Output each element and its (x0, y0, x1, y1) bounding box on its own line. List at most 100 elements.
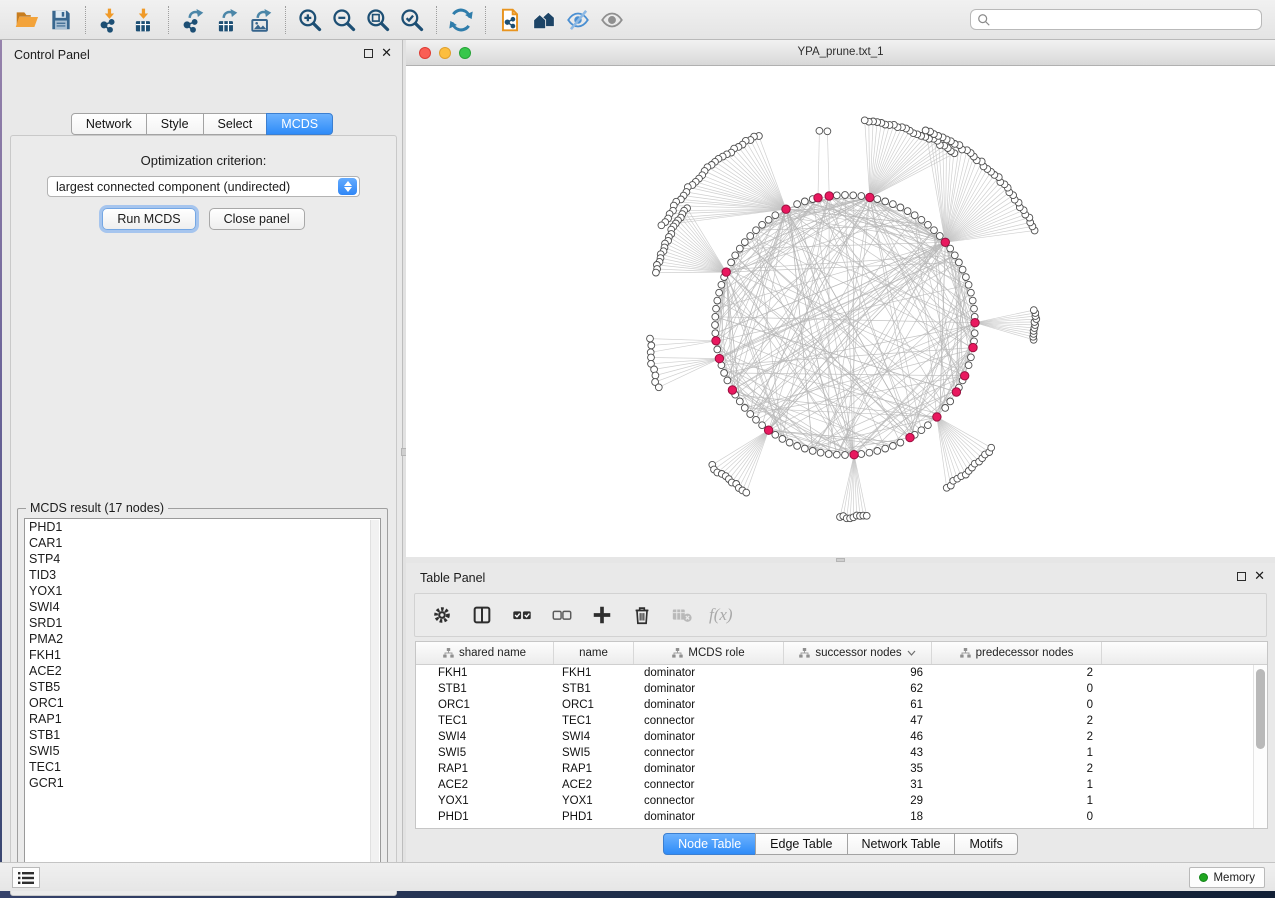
table-row[interactable]: ACE2ACE2connector311 (416, 777, 1267, 793)
run-mcds-button[interactable]: Run MCDS (102, 208, 195, 230)
graph-node[interactable] (794, 201, 801, 208)
graph-hub-node[interactable] (952, 388, 960, 396)
zoom-fit-icon[interactable] (361, 4, 395, 36)
graph-node[interactable] (712, 322, 719, 329)
mcds-result-item[interactable]: GCR1 (25, 775, 380, 791)
graph-node[interactable] (842, 192, 849, 199)
graph-hub-node[interactable] (722, 268, 730, 276)
graph-node[interactable] (736, 398, 743, 405)
graph-node[interactable] (874, 448, 881, 455)
graph-node[interactable] (968, 354, 975, 361)
mcds-result-item[interactable]: YOX1 (25, 583, 380, 599)
import-network-icon[interactable] (93, 4, 127, 36)
graph-node[interactable] (714, 297, 721, 304)
table-scrollbar[interactable] (1253, 665, 1267, 828)
graph-node[interactable] (971, 330, 978, 337)
graph-node[interactable] (801, 198, 808, 205)
graph-node[interactable] (861, 117, 868, 124)
scrollbar-thumb[interactable] (1256, 669, 1265, 749)
graph-node[interactable] (971, 305, 978, 312)
column-header-name[interactable]: name (554, 642, 634, 664)
graph-node[interactable] (951, 252, 958, 259)
task-history-button[interactable] (12, 867, 40, 888)
graph-node[interactable] (925, 422, 932, 429)
graph-node[interactable] (922, 127, 929, 134)
graph-hub-node[interactable] (782, 205, 790, 213)
graph-node[interactable] (747, 233, 754, 240)
mcds-result-item[interactable]: PHD1 (25, 519, 380, 535)
column-header-shared-name[interactable]: shared name (416, 642, 554, 664)
graph-hub-node[interactable] (961, 372, 969, 380)
graph-node[interactable] (863, 512, 870, 519)
mcds-result-list[interactable]: PHD1CAR1STP4TID3YOX1SWI4SRD1PMA2FKH1ACE2… (24, 518, 381, 873)
graph-node[interactable] (718, 281, 725, 288)
delete-icon[interactable] (629, 602, 655, 628)
mcds-result-item[interactable]: SWI4 (25, 599, 380, 615)
graph-node[interactable] (732, 252, 739, 259)
graph-node[interactable] (743, 489, 750, 496)
graph-node[interactable] (965, 281, 972, 288)
graph-node[interactable] (724, 377, 731, 384)
graph-node[interactable] (858, 193, 865, 200)
zoom-in-icon[interactable] (293, 4, 327, 36)
graph-hub-node[interactable] (728, 386, 736, 394)
graph-node[interactable] (942, 405, 949, 412)
search-box[interactable] (970, 9, 1262, 30)
mcds-result-item[interactable]: SWI5 (25, 743, 380, 759)
graph-node[interactable] (911, 212, 918, 219)
graph-node[interactable] (824, 128, 831, 135)
save-icon[interactable] (44, 4, 78, 36)
eye-icon[interactable] (595, 4, 629, 36)
table-row[interactable]: TEC1TEC1connector472 (416, 713, 1267, 729)
table-row[interactable]: FKH1FKH1dominator962 (416, 665, 1267, 681)
graph-node[interactable] (759, 422, 766, 429)
graph-hub-node[interactable] (715, 354, 723, 362)
zoom-selected-icon[interactable] (395, 4, 429, 36)
graph-node[interactable] (850, 192, 857, 199)
graph-node[interactable] (786, 439, 793, 446)
column-header-successor-nodes[interactable]: successor nodes (784, 642, 932, 664)
list-scrollbar[interactable] (370, 520, 379, 871)
mcds-result-item[interactable]: TID3 (25, 567, 380, 583)
graph-node[interactable] (794, 443, 801, 450)
graph-node[interactable] (779, 436, 786, 443)
table-row[interactable]: PHD1PHD1dominator180 (416, 809, 1267, 825)
graph-node[interactable] (817, 449, 824, 456)
graph-hub-node[interactable] (825, 192, 833, 200)
graph-hub-node[interactable] (971, 319, 979, 327)
close-panel-icon[interactable]: ✕ (1254, 571, 1265, 581)
function-icon[interactable]: f(x) (709, 605, 733, 625)
search-input[interactable] (991, 13, 1255, 27)
network-document-icon[interactable] (493, 4, 527, 36)
tab-mcds[interactable]: MCDS (266, 113, 333, 135)
add-icon[interactable] (589, 602, 615, 628)
mcds-result-item[interactable]: STP4 (25, 551, 380, 567)
eye-slash-icon[interactable] (561, 4, 595, 36)
export-network-icon[interactable] (176, 4, 210, 36)
network-graph[interactable] (406, 66, 1275, 557)
graph-node[interactable] (918, 216, 925, 223)
table-row[interactable]: SWI4SWI4dominator462 (416, 729, 1267, 745)
graph-hub-node[interactable] (712, 337, 720, 345)
zoom-out-icon[interactable] (327, 4, 361, 36)
graph-node[interactable] (653, 269, 660, 276)
graph-node[interactable] (741, 405, 748, 412)
mcds-result-item[interactable]: SRD1 (25, 615, 380, 631)
graph-node[interactable] (801, 445, 808, 452)
deselect-all-icon[interactable] (549, 602, 575, 628)
column-header-MCDS-role[interactable]: MCDS role (634, 642, 784, 664)
graph-node[interactable] (963, 274, 970, 281)
graph-hub-node[interactable] (814, 194, 822, 202)
graph-node[interactable] (728, 259, 735, 266)
table-row[interactable]: SWI5SWI5connector431 (416, 745, 1267, 761)
graph-node[interactable] (658, 222, 665, 229)
graph-node[interactable] (969, 297, 976, 304)
graph-node[interactable] (721, 370, 728, 377)
graph-node[interactable] (648, 354, 655, 361)
float-panel-icon[interactable] (364, 49, 373, 58)
graph-node[interactable] (753, 227, 760, 234)
graph-node[interactable] (959, 266, 966, 273)
mcds-result-item[interactable]: PMA2 (25, 631, 380, 647)
graph-node[interactable] (890, 443, 897, 450)
refresh-icon[interactable] (444, 4, 478, 36)
